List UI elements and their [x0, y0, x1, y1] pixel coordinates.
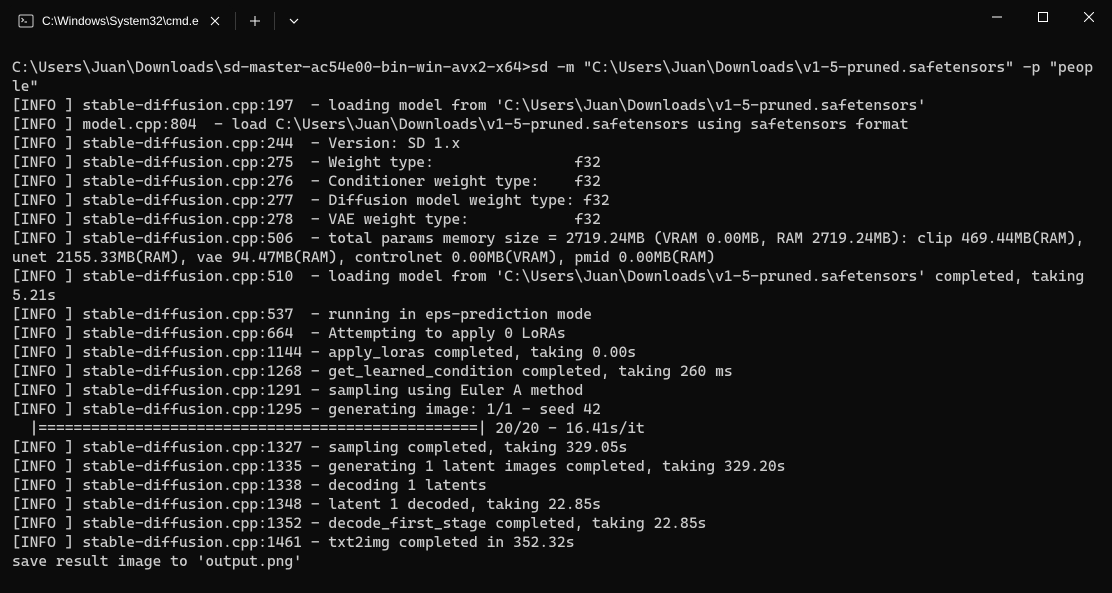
tab-divider: [235, 12, 236, 30]
tab-cmd[interactable]: C:\Windows\System32\cmd.e: [8, 5, 233, 37]
titlebar: C:\Windows\System32\cmd.e: [0, 0, 1112, 40]
minimize-button[interactable]: [974, 1, 1020, 33]
new-tab-button[interactable]: [238, 5, 272, 37]
terminal-output[interactable]: C:\Users\Juan\Downloads\sd-master-ac54e0…: [0, 40, 1112, 583]
tab-close-button[interactable]: [207, 13, 223, 29]
tab-title: C:\Windows\System32\cmd.e: [42, 14, 199, 28]
new-tab-dropdown[interactable]: [277, 5, 311, 37]
window-controls: [974, 1, 1112, 41]
cmd-icon: [18, 13, 34, 29]
tab-divider: [274, 12, 275, 30]
close-button[interactable]: [1066, 1, 1112, 33]
maximize-button[interactable]: [1020, 1, 1066, 33]
